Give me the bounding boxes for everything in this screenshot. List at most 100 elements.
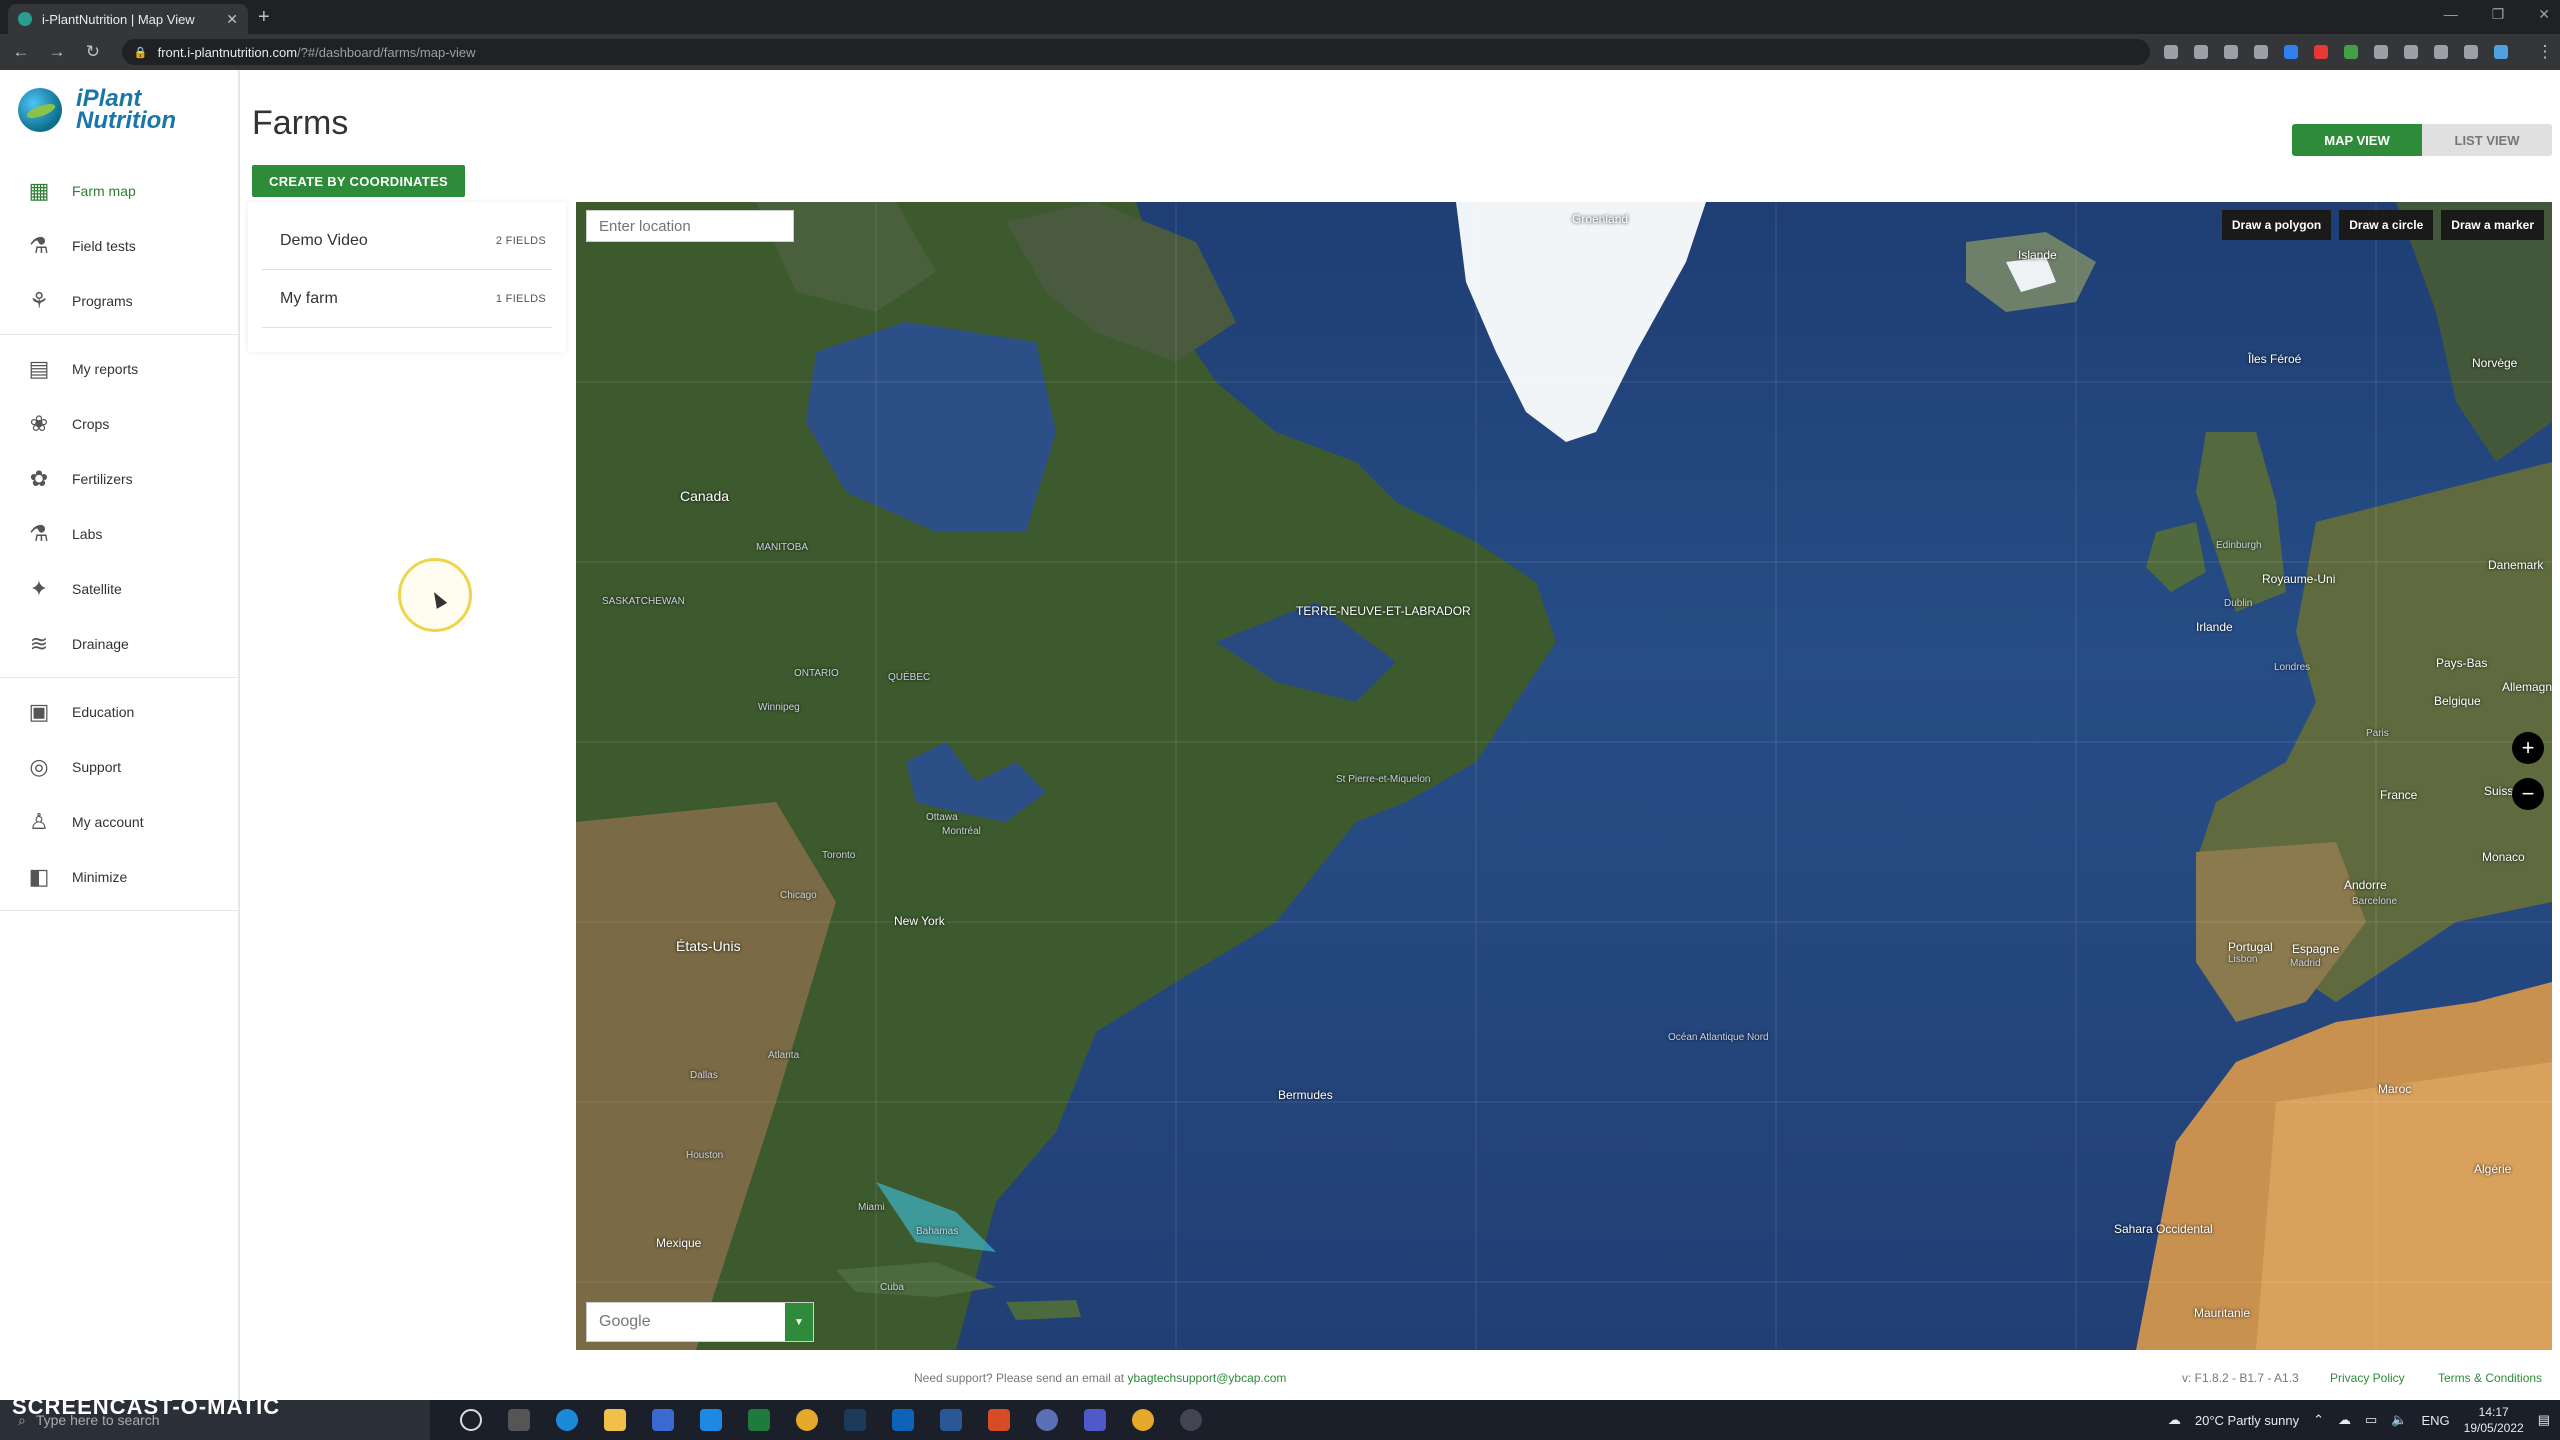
screencast-icon[interactable] — [1180, 1409, 1202, 1431]
extension-icon[interactable] — [2283, 45, 2298, 59]
draw-polygon-button[interactable]: Draw a polygon — [2221, 210, 2332, 240]
support-prefix: Need support? Please send an email at — [914, 1371, 1125, 1385]
new-tab-icon[interactable]: + — [258, 6, 270, 29]
map-label-us: États-Unis — [676, 938, 741, 954]
map-label-pays-bas: Pays-Bas — [2436, 656, 2488, 670]
map-label-barcelone: Barcelone — [2352, 896, 2398, 907]
close-window-icon[interactable]: ✕ — [2538, 6, 2550, 23]
office-icon[interactable] — [988, 1409, 1010, 1431]
weather-text[interactable]: 20°C Partly sunny — [2195, 1413, 2299, 1428]
extension-icon[interactable] — [2343, 45, 2358, 59]
tray-chevron-icon[interactable]: ⌃ — [2313, 1412, 2324, 1428]
notifications-icon[interactable]: ▤ — [2538, 1412, 2550, 1428]
map-layer-select[interactable]: Google ▼ — [586, 1302, 814, 1342]
map-label-london: Londres — [2274, 662, 2311, 673]
forward-icon[interactable]: → — [42, 42, 72, 62]
extension-icon[interactable] — [2313, 45, 2328, 59]
sidebar-item-fertilizers[interactable]: ✿ Fertilizers — [0, 451, 238, 506]
browser-tab[interactable]: i-PlantNutrition | Map View ✕ — [8, 4, 248, 34]
zoom-in-button[interactable]: + — [2512, 732, 2544, 764]
location-icon[interactable] — [2163, 45, 2178, 59]
sidebar-item-programs[interactable]: ⚘ Programs — [0, 273, 238, 328]
support-icon: ◎ — [29, 753, 49, 779]
draw-circle-button[interactable]: Draw a circle — [2339, 210, 2434, 240]
teams-icon[interactable] — [1084, 1409, 1106, 1431]
terms-link[interactable]: Terms & Conditions — [2438, 1371, 2542, 1385]
create-by-coordinates-button[interactable]: CREATE BY COORDINATES — [252, 165, 465, 197]
chevron-down-icon[interactable]: ▼ — [785, 1303, 813, 1341]
excel-icon[interactable] — [748, 1409, 770, 1431]
cortana-icon[interactable] — [460, 1409, 482, 1431]
network-icon[interactable]: ▭ — [2365, 1412, 2377, 1428]
edge-icon[interactable] — [556, 1409, 578, 1431]
education-icon: ▣ — [28, 698, 50, 724]
zoom-out-button[interactable]: − — [2512, 778, 2544, 810]
word-icon[interactable] — [940, 1409, 962, 1431]
farm-row[interactable]: Demo Video 2 FIELDS — [262, 212, 552, 270]
fertilizers-icon: ✿ — [29, 465, 49, 491]
sidebar-item-farm-map[interactable]: ▦ Farm map — [0, 163, 238, 218]
store-icon[interactable] — [652, 1409, 674, 1431]
draw-marker-button[interactable]: Draw a marker — [2441, 210, 2544, 240]
menu-icon[interactable]: ⋮ — [2530, 42, 2560, 62]
address-bar[interactable]: 🔒 front.i-plantnutrition.com/?#/dashboar… — [121, 39, 2150, 65]
sidebar-item-reports[interactable]: ▤ My reports — [0, 341, 238, 396]
map-view-button[interactable]: MAP VIEW — [2292, 124, 2422, 156]
map-label-toronto: Toronto — [822, 850, 856, 861]
chrome-profile-icon[interactable] — [1036, 1409, 1058, 1431]
sidebar-item-label: Education — [72, 703, 135, 720]
map[interactable]: Canada Groenland Islande Îles Féroé Norv… — [576, 202, 2552, 1350]
map-label-st-pierre: St Pierre-et-Miquelon — [1336, 774, 1431, 785]
sidebar-item-label: Labs — [72, 525, 103, 542]
sidebar-item-label: Fertilizers — [72, 470, 133, 487]
task-view-icon[interactable] — [508, 1409, 530, 1431]
sidebar-item-drainage[interactable]: ≋ Drainage — [0, 616, 238, 671]
reload-icon[interactable]: ↻ — [78, 42, 108, 62]
list-view-button[interactable]: LIST VIEW — [2422, 124, 2552, 156]
back-icon[interactable]: ← — [6, 42, 36, 62]
sidebar-item-account[interactable]: ♙ My account — [0, 794, 238, 849]
map-label-belgique: Belgique — [2434, 694, 2481, 708]
sidebar-item-crops[interactable]: ❀ Crops — [0, 396, 238, 451]
clock[interactable]: 14:17 19/05/2022 — [2464, 1404, 2524, 1436]
location-search-input[interactable] — [586, 210, 794, 242]
language-indicator[interactable]: ENG — [2421, 1413, 2449, 1428]
map-label-ireland: Irlande — [2196, 620, 2233, 634]
profile-icon[interactable] — [2493, 45, 2508, 59]
sidebar-group: ▦ Farm map ⚗ Field tests ⚘ Programs — [0, 157, 238, 335]
close-tab-icon[interactable]: ✕ — [226, 11, 238, 28]
map-label-canada: Canada — [680, 488, 730, 504]
steam-icon[interactable] — [844, 1409, 866, 1431]
sidebar-item-label: Support — [72, 758, 122, 775]
sidebar-item-support[interactable]: ◎ Support — [0, 739, 238, 794]
onedrive-icon[interactable]: ☁ — [2338, 1412, 2351, 1428]
sidebar-item-label: Crops — [72, 415, 110, 432]
logo-mark-icon — [18, 88, 62, 132]
privacy-policy-link[interactable]: Privacy Policy — [2330, 1371, 2405, 1385]
share-icon[interactable] — [2223, 45, 2238, 59]
map-label-bahamas: Bahamas — [916, 1226, 959, 1237]
star-icon[interactable] — [2253, 45, 2268, 59]
chrome-icon[interactable] — [1132, 1409, 1154, 1431]
sidebar-item-minimize[interactable]: ◧ Minimize — [0, 849, 238, 904]
file-explorer-icon[interactable] — [604, 1409, 626, 1431]
support-email-link[interactable]: ybagtechsupport@ybcap.com — [1127, 1371, 1286, 1385]
shield-icon[interactable] — [2403, 45, 2418, 59]
sidebar-item-satellite[interactable]: ✦ Satellite — [0, 561, 238, 616]
mail-icon[interactable] — [700, 1409, 722, 1431]
outlook-icon[interactable] — [892, 1409, 914, 1431]
map-label-dublin: Dublin — [2224, 598, 2253, 609]
restore-window-icon[interactable]: ❐ — [2492, 6, 2505, 23]
chrome-icon[interactable] — [796, 1409, 818, 1431]
volume-icon[interactable]: 🔈 — [2391, 1412, 2407, 1428]
sidepanel-icon[interactable] — [2463, 45, 2478, 59]
puzzle-icon[interactable] — [2433, 45, 2448, 59]
sidebar-item-education[interactable]: ▣ Education — [0, 684, 238, 739]
key-icon[interactable] — [2193, 45, 2208, 59]
minimize-window-icon[interactable]: — — [2444, 6, 2458, 23]
farm-row[interactable]: My farm 1 FIELDS — [262, 270, 552, 328]
sidebar-item-field-tests[interactable]: ⚗ Field tests — [0, 218, 238, 273]
logo[interactable]: iPlant Nutrition — [18, 87, 176, 133]
sidebar-item-labs[interactable]: ⚗ Labs — [0, 506, 238, 561]
extension-icon[interactable] — [2373, 45, 2388, 59]
